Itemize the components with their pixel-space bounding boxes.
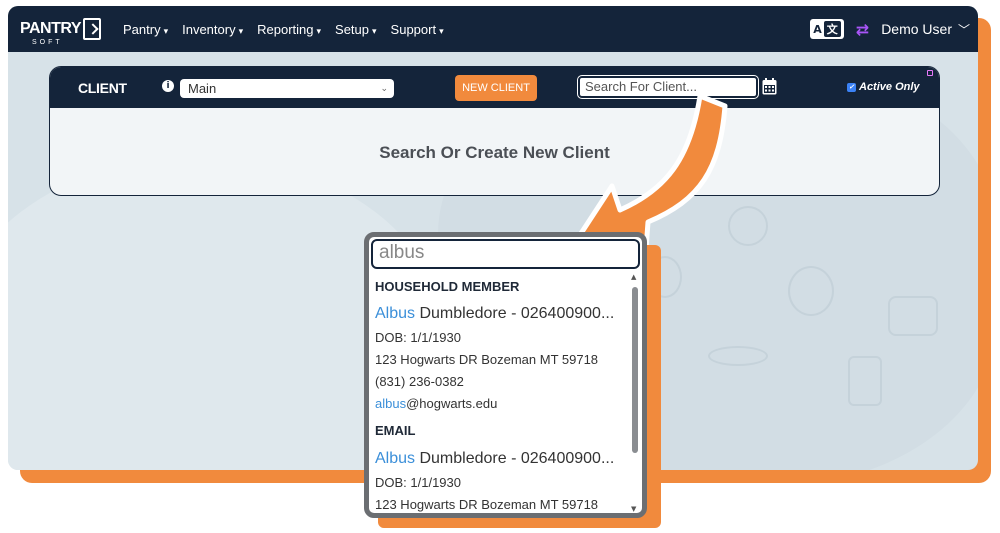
logo-text: PANTRY SOFT	[20, 21, 82, 47]
info-icon[interactable]: i	[162, 80, 174, 92]
onion-doodle-icon	[788, 266, 834, 316]
results-scrollbar[interactable]: ▲ ▼	[631, 273, 639, 513]
caret-down-icon: ▾	[316, 25, 322, 36]
result-dob: DOB: 1/1/1930	[375, 330, 461, 345]
chevron-down-icon: ﹀	[957, 22, 970, 37]
caret-down-icon: ▾	[372, 25, 377, 36]
search-results-dropdown: albus HOUSEHOLD MEMBER Albus Dumbledore …	[364, 232, 647, 518]
result-name: Albus Dumbledore - 026400900...	[375, 450, 615, 467]
screenshot-stage: PANTRY SOFT Pantry ▾ Inventory ▾ Reporting…	[0, 0, 1000, 533]
result-phone: (831) 236-0382	[375, 374, 464, 389]
lang-a: A	[813, 22, 822, 36]
active-only-toggle[interactable]: ✓ Active Only	[847, 81, 920, 93]
list-item[interactable]: Albus Dumbledore - 026400900... DOB: 1/1…	[369, 446, 635, 513]
menu-inventory[interactable]: Inventory ▾	[182, 22, 243, 37]
translate-icon[interactable]: A 文	[810, 19, 844, 39]
active-only-label: Active Only	[859, 81, 920, 93]
user-name: Demo User	[881, 20, 952, 37]
chevron-down-icon: ⌄	[380, 83, 388, 93]
logo-box-icon	[83, 18, 101, 40]
client-empty-message: Search Or Create New Client	[379, 143, 610, 162]
jar-doodle-icon	[848, 356, 882, 406]
menu-pantry[interactable]: Pantry ▾	[123, 22, 168, 37]
scroll-up-icon[interactable]: ▲	[631, 273, 636, 281]
main-menu: Pantry ▾ Inventory ▾ Reporting ▾ Setup ▾ Sup…	[123, 22, 444, 37]
client-panel: CLIENT i Main ⌄ NEW CLIENT Search For Cl…	[49, 66, 940, 196]
new-client-button[interactable]: NEW CLIENT	[455, 75, 537, 101]
checkbox-checked-icon[interactable]: ✓	[847, 82, 856, 92]
carrot-doodle-icon	[708, 346, 768, 366]
result-address: 123 Hogwarts DR Bozeman MT 59718	[375, 352, 599, 367]
result-dob: DOB: 1/1/1930	[375, 475, 461, 490]
result-address: 123 Hogwarts DR Bozeman MT 59718	[375, 497, 599, 512]
group-heading: EMAIL	[375, 423, 416, 438]
menu-reporting[interactable]: Reporting ▾	[257, 22, 321, 37]
client-search-input[interactable]: Search For Client...	[577, 75, 759, 99]
site-select[interactable]: Main ⌄	[180, 79, 394, 98]
lang-b: 文	[823, 21, 841, 37]
calendar-icon[interactable]	[762, 78, 777, 95]
results-list: HOUSEHOLD MEMBER Albus Dumbledore - 0264…	[369, 273, 635, 513]
result-email: albus@hogwarts.edu	[375, 396, 498, 411]
site-select-value: Main	[188, 81, 217, 96]
result-name: Albus Dumbledore - 026400900...	[375, 305, 615, 322]
scroll-down-icon[interactable]: ▼	[631, 505, 636, 513]
eggplant-doodle-icon	[728, 206, 768, 246]
client-title: CLIENT	[78, 79, 127, 96]
caret-down-icon: ▾	[439, 25, 444, 36]
top-navbar: PANTRY SOFT Pantry ▾ Inventory ▾ Reporting…	[8, 6, 978, 52]
scrollbar-thumb[interactable]	[632, 287, 638, 453]
pantrysoft-logo[interactable]: PANTRY SOFT	[20, 18, 101, 47]
caret-down-icon: ▾	[238, 25, 244, 36]
switch-arrows-icon[interactable]: ⇄	[856, 20, 869, 39]
dropdown-search-input[interactable]: albus	[371, 239, 640, 269]
minimize-icon[interactable]	[927, 70, 933, 76]
user-menu[interactable]: Demo User ﹀	[881, 21, 970, 38]
navbar-right: A 文 ⇄ Demo User ﹀	[810, 19, 970, 39]
caret-down-icon: ▾	[163, 25, 169, 36]
cheese-doodle-icon	[888, 296, 938, 336]
menu-support[interactable]: Support ▾	[391, 22, 444, 37]
logo-subtext: SOFT	[32, 39, 63, 46]
list-item[interactable]: Albus Dumbledore - 026400900... DOB: 1/1…	[369, 301, 635, 415]
group-heading: HOUSEHOLD MEMBER	[375, 279, 520, 294]
client-toolbar: CLIENT i Main ⌄ NEW CLIENT Search For Cl…	[50, 67, 939, 108]
menu-setup[interactable]: Setup ▾	[335, 22, 377, 37]
